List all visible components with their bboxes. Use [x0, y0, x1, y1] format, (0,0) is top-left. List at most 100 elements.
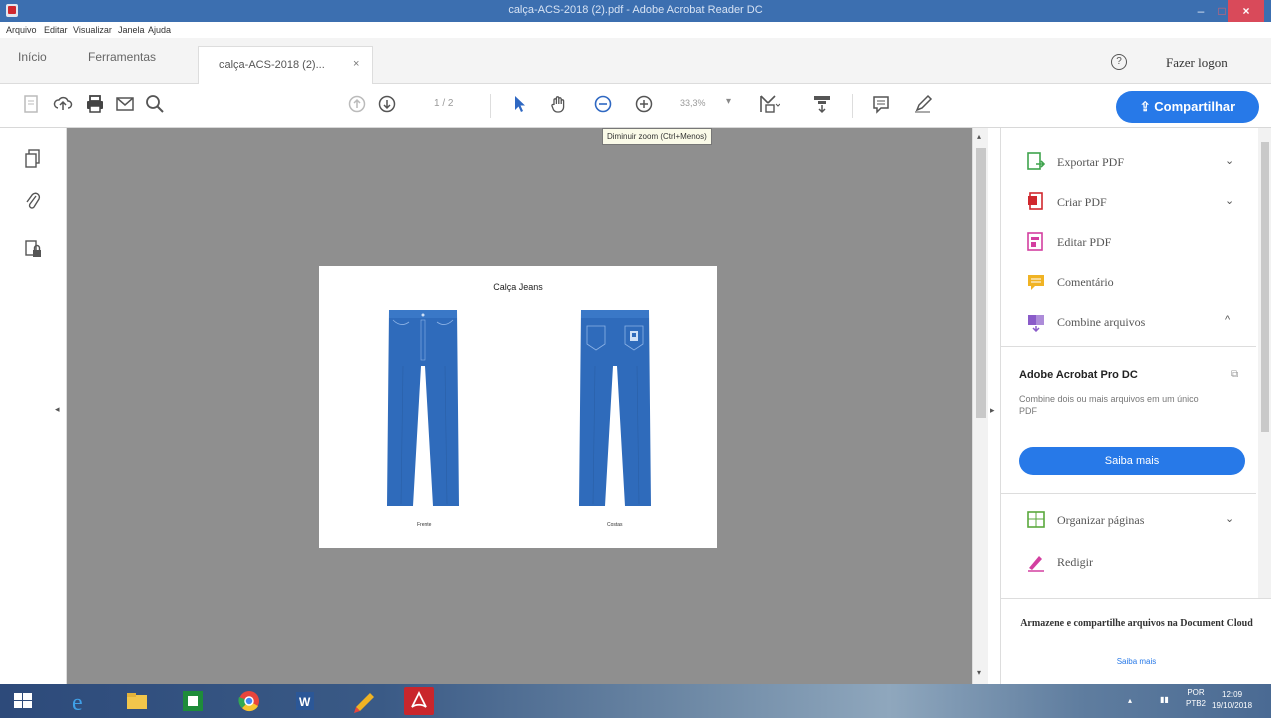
- tab-close-icon[interactable]: ×: [353, 58, 359, 70]
- hand-tool-icon[interactable]: [548, 93, 570, 115]
- print-icon[interactable]: [84, 93, 106, 115]
- share-button[interactable]: ⇪ Compartilhar: [1116, 91, 1259, 123]
- tab-document[interactable]: calça-ACS-2018 (2)... ×: [198, 46, 373, 84]
- zoom-in-icon[interactable]: [633, 93, 655, 115]
- window-title: calça-ACS-2018 (2).pdf - Adobe Acrobat R…: [508, 4, 763, 16]
- document-scrollbar[interactable]: ▴ ▾: [972, 128, 988, 684]
- acrobat-reader-icon[interactable]: [404, 687, 434, 715]
- calendar-app-icon[interactable]: [178, 687, 208, 715]
- scroll-mode-icon[interactable]: [811, 93, 833, 115]
- document-cloud-panel: Armazene e compartilhe arquivos na Docum…: [1001, 598, 1271, 684]
- next-page-icon[interactable]: [376, 93, 398, 115]
- tools-pane-scrollbar[interactable]: [1258, 128, 1271, 598]
- share-icon: ⇪: [1139, 99, 1155, 114]
- system-clock[interactable]: 12:09 19/10/2018: [1212, 689, 1252, 711]
- tool-label: Redigir: [1057, 555, 1093, 569]
- menu-bar: Arquivo Editar Visualizar Janela Ajuda: [0, 22, 1271, 38]
- left-sidebar: ◂: [0, 128, 67, 684]
- page-number[interactable]: 1 / 2: [434, 98, 453, 109]
- pen-icon[interactable]: [912, 93, 934, 115]
- tool-export-pdf[interactable]: Exportar PDF ⌄: [1001, 142, 1256, 182]
- tool-comment[interactable]: Comentário: [1001, 262, 1256, 302]
- tab-home[interactable]: Início: [18, 50, 47, 64]
- redact-icon: [1028, 556, 1044, 572]
- front-pants-image: [387, 310, 459, 506]
- copy-icon[interactable]: ⧉: [1231, 369, 1238, 380]
- language-indicator[interactable]: POR: [1186, 687, 1206, 698]
- paint-app-icon[interactable]: [350, 687, 380, 715]
- help-icon[interactable]: ?: [1111, 54, 1127, 70]
- clock-date: 19/10/2018: [1212, 701, 1253, 710]
- svg-text:e: e: [72, 690, 83, 715]
- organize-pages-icon: [1027, 511, 1045, 528]
- comment-icon: [1028, 275, 1044, 290]
- close-button[interactable]: ×: [1228, 0, 1264, 22]
- promo-panel: Adobe Acrobat Pro DC ⧉ Combine dois ou m…: [1001, 346, 1256, 494]
- export-pdf-icon: [1027, 152, 1045, 170]
- select-arrow-icon[interactable]: [508, 93, 530, 115]
- create-pdf-icon: [1028, 192, 1043, 210]
- chrome-icon[interactable]: [234, 687, 264, 715]
- menu-file[interactable]: Arquivo: [6, 25, 37, 35]
- tool-redact[interactable]: Redigir: [1001, 542, 1256, 582]
- search-icon[interactable]: [144, 93, 166, 115]
- file-explorer-icon[interactable]: [122, 687, 152, 715]
- attachments-icon[interactable]: [24, 190, 42, 212]
- page-title: Calça Jeans: [493, 282, 543, 292]
- chevron-down-icon[interactable]: ⌄: [1225, 512, 1234, 525]
- internet-explorer-icon[interactable]: e: [66, 687, 96, 716]
- collapse-right-panel-icon[interactable]: ▸: [990, 405, 995, 416]
- cloud-upload-icon[interactable]: [52, 93, 74, 115]
- edit-pdf-icon: [1027, 232, 1043, 251]
- menu-window[interactable]: Janela: [118, 25, 145, 35]
- start-button[interactable]: [8, 687, 38, 715]
- learn-more-button[interactable]: Saiba mais: [1019, 447, 1245, 475]
- scrollbar-thumb[interactable]: [976, 148, 986, 418]
- chevron-up-icon[interactable]: ^: [1225, 314, 1230, 326]
- zoom-dropdown-icon[interactable]: ▾: [726, 96, 731, 107]
- page-thumbnails-icon[interactable]: [24, 148, 42, 170]
- menu-help[interactable]: Ajuda: [148, 25, 171, 35]
- tool-label: Editar PDF: [1057, 235, 1112, 249]
- network-icon[interactable]: ▮▮: [1160, 695, 1169, 704]
- tab-document-label: calça-ACS-2018 (2)...: [219, 59, 325, 71]
- collapse-left-panel-icon[interactable]: ◂: [55, 404, 60, 415]
- previous-page-icon[interactable]: [346, 93, 368, 115]
- tool-organize-pages[interactable]: Organizar páginas ⌄: [1001, 500, 1256, 540]
- tools-pane: Exportar PDF ⌄ Criar PDF ⌄ Editar PDF Co…: [1000, 128, 1271, 684]
- tab-bar: Início Ferramentas calça-ACS-2018 (2)...…: [0, 38, 1271, 84]
- scroll-down-icon[interactable]: ▾: [977, 668, 981, 677]
- tray-arrow-icon[interactable]: ▴: [1128, 696, 1132, 705]
- scrollbar-thumb[interactable]: [1261, 142, 1269, 432]
- chevron-down-icon[interactable]: ⌄: [1225, 194, 1234, 207]
- word-icon[interactable]: W: [290, 687, 320, 715]
- pdf-page: Calça Jeans Frente Costas: [319, 266, 717, 548]
- tool-edit-pdf[interactable]: Editar PDF: [1001, 222, 1256, 262]
- create-icon[interactable]: [20, 93, 42, 115]
- menu-edit[interactable]: Editar: [44, 25, 68, 35]
- tool-create-pdf[interactable]: Criar PDF ⌄: [1001, 182, 1256, 222]
- tool-label: Exportar PDF: [1057, 155, 1124, 169]
- chevron-down-icon[interactable]: ⌄: [1225, 154, 1234, 167]
- combine-files-icon: [1028, 315, 1044, 332]
- clock-time: 12:09: [1222, 690, 1243, 699]
- title-bar: calça-ACS-2018 (2).pdf - Adobe Acrobat R…: [0, 0, 1271, 22]
- toolbar: 1 / 2 33,3% ▾ ⇪ Compartilhar: [0, 84, 1271, 128]
- taskbar: e W ▴ ▮▮ POR PTB2 12:09 19/10/2018: [0, 684, 1271, 718]
- zoom-value[interactable]: 33,3%: [680, 98, 706, 108]
- fit-page-icon[interactable]: [758, 93, 781, 115]
- tab-tools[interactable]: Ferramentas: [88, 50, 156, 64]
- cloud-learn-more-link[interactable]: Saiba mais: [1001, 657, 1271, 666]
- lock-document-icon[interactable]: [24, 238, 42, 260]
- scroll-up-icon[interactable]: ▴: [977, 132, 981, 141]
- cloud-text: Armazene e compartilhe arquivos na Docum…: [1020, 618, 1253, 629]
- promo-description: Combine dois ou mais arquivos em um únic…: [1019, 394, 1199, 416]
- tool-label: Comentário: [1057, 275, 1114, 289]
- zoom-out-tooltip: Diminuir zoom (Ctrl+Menos): [602, 128, 712, 145]
- comment-icon[interactable]: [870, 93, 892, 115]
- zoom-out-icon[interactable]: [592, 93, 614, 115]
- email-icon[interactable]: [114, 93, 136, 115]
- login-button[interactable]: Fazer logon: [1166, 55, 1228, 71]
- tool-combine-files[interactable]: Combine arquivos ^: [1001, 302, 1256, 342]
- menu-view[interactable]: Visualizar: [73, 25, 112, 35]
